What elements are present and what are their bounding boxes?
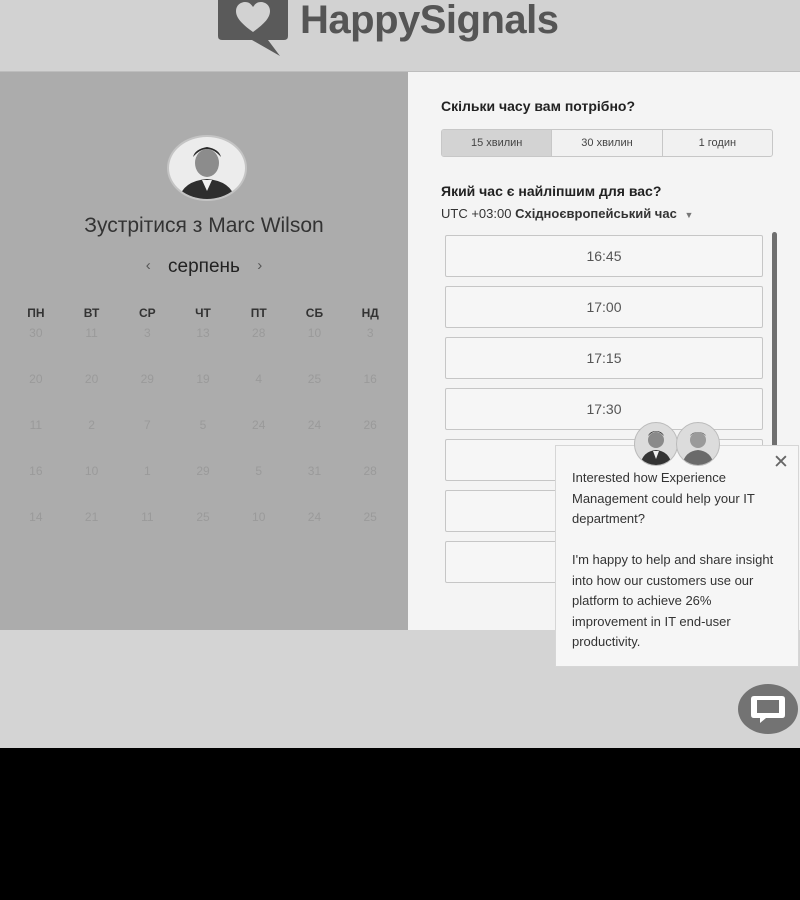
person-photo-icon: [179, 147, 235, 199]
timezone-offset: UTC +03:00: [441, 206, 512, 221]
month-label: серпень: [168, 256, 240, 277]
calendar-week-row: 30 11 3 13 28 10 3: [8, 326, 398, 372]
calendar-day: 29: [196, 464, 210, 478]
calendar-week-row: 14 21 11 25 10 24 25: [8, 510, 398, 556]
popup-message-2: I'm happy to help and share insight into…: [572, 552, 774, 649]
calendar-day: 21: [84, 510, 99, 524]
chat-popup: ✕ Interested how Experience Management c…: [555, 445, 799, 667]
timezone-name: Східноєвропейський час: [515, 206, 677, 221]
calendar-day: 19: [196, 372, 210, 386]
calendar-day: 3: [366, 326, 374, 340]
page: HappySignals Зустрітися з Marc Wilson ‹ …: [0, 0, 800, 748]
support-agent-avatar: [634, 422, 678, 466]
weekday-label: ПТ: [250, 306, 267, 320]
calendar-day: 11: [29, 418, 43, 432]
weekday-label: ВТ: [83, 306, 100, 320]
time-slot[interactable]: 17:15: [445, 337, 763, 379]
chevron-left-icon[interactable]: ‹: [134, 257, 163, 274]
person-photo-icon: [682, 432, 714, 465]
calendar-day: 31: [307, 464, 322, 478]
calendar-week-row: 11 2 7 5 24 24 26: [8, 418, 398, 464]
calendar-grid: ПН ВТ СР ЧТ ПТ СБ НД 30 11 3 13 28 10 3 …: [8, 306, 398, 556]
calendar-day: 4: [255, 372, 263, 386]
calendar-day: 20: [84, 372, 99, 386]
duration-option-15[interactable]: 15 хвилин: [442, 130, 552, 156]
duration-option-60[interactable]: 1 годин: [661, 130, 772, 156]
support-avatars: [634, 422, 724, 466]
calendar-day: 28: [252, 326, 266, 340]
support-agent-avatar: [676, 422, 720, 466]
calendar-day: 13: [196, 326, 210, 340]
calendar-day: 5: [255, 464, 263, 478]
calendar-day: 29: [140, 372, 154, 386]
weekday-header-row: ПН ВТ СР ЧТ ПТ СБ НД: [8, 306, 398, 326]
calendar-day: 26: [363, 418, 377, 432]
duration-option-30[interactable]: 30 хвилин: [551, 130, 661, 156]
calendar-day: 10: [252, 510, 266, 524]
calendar-day: 28: [363, 464, 377, 478]
weekday-label: ПН: [27, 306, 45, 320]
meet-title: Зустрітися з Marc Wilson: [84, 214, 324, 237]
calendar-day: 5: [199, 418, 207, 432]
brand-header: HappySignals: [0, 0, 800, 72]
calendar-day: 24: [307, 418, 322, 432]
calendar-day: 2: [88, 418, 95, 432]
weekday-label: СР: [138, 306, 156, 320]
chat-launcher-button[interactable]: [738, 684, 798, 734]
timezone-selector[interactable]: UTC +03:00 Східноєвропейський час ▼: [441, 206, 693, 221]
calendar-day: 10: [84, 464, 99, 478]
month-navigation: ‹ серпень ›: [0, 256, 408, 278]
calendar-day: 11: [141, 510, 154, 524]
calendar-day: 16: [363, 372, 377, 386]
calendar-day: 24: [252, 418, 266, 432]
host-avatar: [167, 135, 247, 201]
heart-speech-bubble-icon: [218, 0, 288, 56]
calendar-day: 30: [29, 326, 43, 340]
slot-list-scrollbar[interactable]: [772, 232, 777, 456]
chat-bubble-icon: [751, 696, 785, 723]
calendar-day: 11: [85, 326, 98, 340]
weekday-label: НД: [361, 306, 379, 320]
time-slot[interactable]: 16:45: [445, 235, 763, 277]
duration-selector: 15 хвилин 30 хвилин 1 годин: [441, 129, 773, 157]
calendar-day: 24: [307, 510, 322, 524]
weekday-label: ЧТ: [195, 306, 211, 320]
calendar-day: 25: [196, 510, 210, 524]
calendar-day: 14: [29, 510, 43, 524]
time-question: Який час є найліпшим для вас?: [441, 183, 662, 199]
calendar-day: 20: [29, 372, 43, 386]
calendar-day: 16: [29, 464, 43, 478]
chevron-right-icon[interactable]: ›: [245, 257, 274, 274]
caret-down-icon: ▼: [684, 210, 694, 220]
calendar-day: 3: [143, 326, 151, 340]
calendar-day: 1: [143, 464, 151, 478]
calendar-day: 10: [307, 326, 322, 340]
duration-question: Скільки часу вам потрібно?: [441, 98, 636, 114]
calendar-day: 7: [143, 418, 151, 432]
calendar-week-row: 20 20 29 19 4 25 16: [8, 372, 398, 418]
popup-message-1: Interested how Experience Management cou…: [572, 470, 755, 526]
time-slot[interactable]: 17:00: [445, 286, 763, 328]
calendar-day: 25: [307, 372, 322, 386]
weekday-label: СБ: [305, 306, 324, 320]
brand-name: HappySignals: [300, 0, 559, 42]
person-photo-icon: [640, 431, 672, 465]
calendar-week-row: 16 10 1 29 5 31 28: [8, 464, 398, 510]
calendar-day: 25: [363, 510, 377, 524]
